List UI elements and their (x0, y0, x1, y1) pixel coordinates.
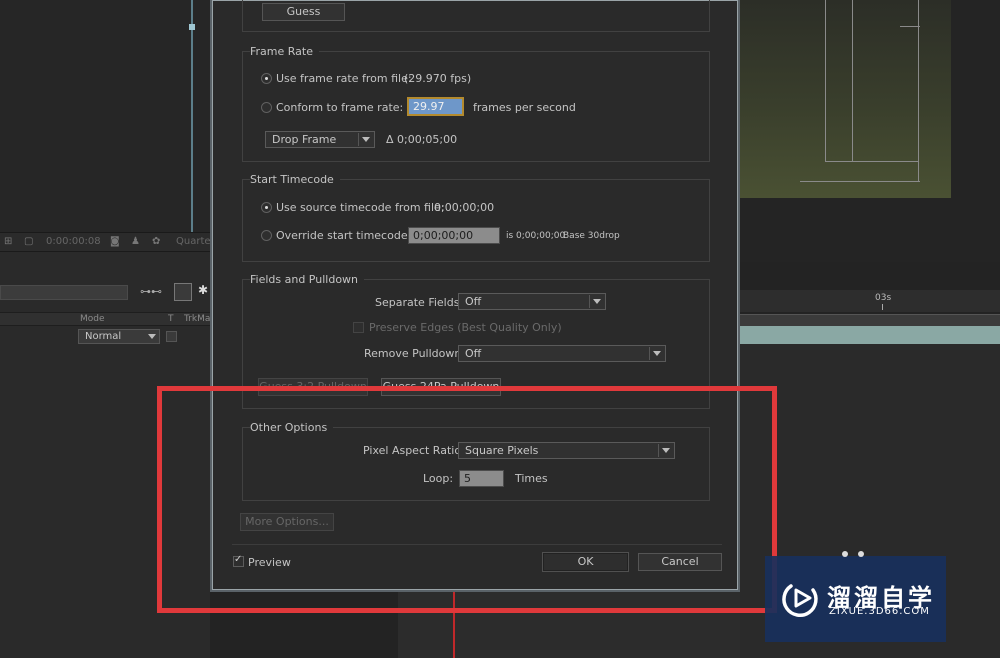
timeline-ruler[interactable] (740, 290, 1000, 312)
track-matte-box[interactable] (166, 331, 177, 342)
divider (358, 133, 359, 146)
comp-button[interactable] (174, 283, 192, 301)
guide-line (852, 0, 853, 162)
user-icon[interactable]: ♟ (131, 236, 140, 247)
conform-frame-rate-label[interactable]: Conform to frame rate: (276, 101, 403, 114)
guide-line (800, 181, 920, 182)
use-source-timecode-label[interactable]: Use source timecode from file: (276, 201, 445, 214)
use-source-timecode-radio[interactable] (261, 202, 272, 213)
trkmat-column: TrkMa (184, 314, 211, 324)
star-icon[interactable]: ✱ (198, 283, 208, 297)
use-frame-rate-radio[interactable] (261, 73, 272, 84)
layer-bar[interactable] (740, 326, 1000, 344)
watermark-url: ZIXUE.3D66.COM (829, 606, 930, 617)
divider (232, 544, 722, 545)
cancel-button[interactable]: Cancel (638, 553, 722, 571)
current-time-indicator[interactable] (453, 590, 455, 658)
remove-pulldown-value: Off (465, 347, 482, 360)
guess-24pa-pulldown-button[interactable]: Guess 24Pa Pulldown (381, 378, 501, 396)
pixel-aspect-ratio-select[interactable]: Square Pixels (458, 442, 675, 459)
chevron-down-icon (148, 334, 156, 339)
drop-frame-select[interactable]: Drop Frame (265, 131, 375, 148)
guess-button[interactable]: Guess (262, 3, 345, 21)
drop-frame-value: Drop Frame (272, 133, 337, 146)
screen: ⊞ ▢ 0:00:00:08 ◙ ♟ ✿ Quarte ⊶⊷ ✱ Mode T … (0, 0, 1000, 658)
play-icon (782, 584, 818, 617)
separate-fields-label: Separate Fields: (375, 296, 464, 309)
guide-line (900, 26, 920, 27)
ruler-label: 03s (875, 293, 892, 303)
conform-fps-input[interactable]: 29.97 (407, 97, 464, 116)
is-timecode-text: is 0;00;00;00 (506, 231, 566, 241)
layer-column-header: Mode T TrkMa (0, 312, 210, 326)
pixel-aspect-ratio-label: Pixel Aspect Ratio: (363, 444, 465, 457)
start-timecode-group (242, 179, 710, 262)
override-timecode-radio[interactable] (261, 230, 272, 241)
override-timecode-input[interactable]: 0;00;00;00 (408, 227, 500, 244)
composition-viewer-left (0, 0, 210, 232)
loop-input[interactable]: 5 (459, 470, 504, 487)
override-timecode-label[interactable]: Override start timecode: (276, 229, 411, 242)
other-options-title: Other Options (250, 421, 334, 434)
camera-icon[interactable]: ◙ (110, 236, 120, 247)
divider (649, 347, 650, 360)
other-options-group (242, 427, 710, 501)
chevron-down-icon (593, 299, 601, 304)
chevron-down-icon (662, 448, 670, 453)
chevron-down-icon (362, 137, 370, 142)
remove-pulldown-select[interactable]: Off (458, 345, 666, 362)
timeline-search-input[interactable] (0, 285, 128, 300)
guide-handle[interactable] (189, 24, 195, 30)
preview-label[interactable]: Preview (248, 556, 291, 569)
start-timecode-title: Start Timecode (250, 173, 340, 186)
delta-timecode: Δ 0;00;05;00 (386, 133, 458, 146)
region-icon[interactable]: ▢ (24, 236, 33, 247)
separate-fields-value: Off (465, 295, 482, 308)
guide-line (191, 0, 193, 232)
divider (589, 295, 590, 308)
preview-checkbox[interactable] (233, 554, 244, 567)
mode-column: Mode (80, 314, 105, 324)
work-area-bar[interactable] (740, 314, 1000, 326)
preserve-edges-checkbox[interactable] (353, 322, 364, 333)
dot-marker (842, 551, 848, 557)
frame-rate-title: Frame Rate (250, 45, 319, 58)
timeline-track-area (398, 590, 740, 658)
conform-frame-rate-radio[interactable] (261, 102, 272, 113)
viewer-toolbar: ⊞ ▢ 0:00:00:08 ◙ ♟ ✿ Quarte (0, 232, 211, 252)
use-frame-rate-label[interactable]: Use frame rate from file: (276, 72, 412, 85)
ok-button[interactable]: OK (543, 553, 628, 571)
loop-unit-label: Times (515, 472, 548, 485)
pixel-aspect-ratio-value: Square Pixels (465, 444, 539, 457)
loop-label: Loop: (423, 472, 454, 485)
composition-preview (740, 0, 951, 198)
more-options-button[interactable]: More Options... (240, 513, 334, 531)
guess-32-pulldown-button[interactable]: Guess 3:2 Pulldown (258, 378, 368, 396)
layer-mode-select[interactable]: Normal (78, 329, 160, 344)
t-column: T (168, 314, 174, 324)
source-timecode-value: 0;00;00;00 (434, 201, 495, 214)
layer-mode-value: Normal (85, 331, 122, 342)
resolution-label[interactable]: Quarte (176, 236, 211, 247)
dot-marker (858, 551, 864, 557)
grid-icon[interactable]: ⊞ (4, 236, 12, 247)
timecode-display[interactable]: 0:00:00:08 (46, 236, 101, 247)
guide-line (825, 0, 826, 162)
graph-icon[interactable]: ⊶⊷ (140, 285, 162, 298)
fields-pulldown-title: Fields and Pulldown (250, 273, 365, 286)
channels-icon[interactable]: ✿ (152, 236, 160, 247)
fps-unit-label: frames per second (473, 101, 576, 114)
interpret-footage-dialog: Guess Frame Rate Use frame rate from fil… (210, 0, 740, 592)
chevron-down-icon (653, 351, 661, 356)
base-text: Base 30drop (563, 231, 620, 241)
guide-line (918, 0, 919, 182)
guide-line (825, 161, 918, 162)
separate-fields-select[interactable]: Off (458, 293, 606, 310)
file-fps-value: (29.970 fps) (404, 72, 472, 85)
preserve-edges-label: Preserve Edges (Best Quality Only) (369, 321, 562, 334)
divider (658, 444, 659, 457)
ruler-tick (882, 304, 883, 310)
remove-pulldown-label: Remove Pulldown: (364, 347, 466, 360)
